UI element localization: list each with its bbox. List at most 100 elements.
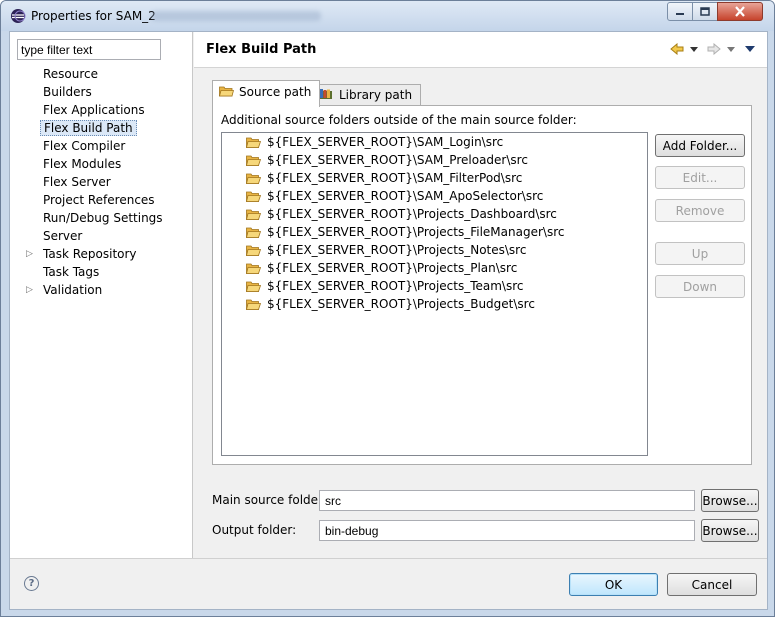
output-folder-label: Output folder:	[212, 523, 297, 537]
title-bar[interactable]: Properties for SAM_2	[1, 1, 774, 31]
list-item[interactable]: ${FLEX_SERVER_ROOT}\SAM_Login\src	[222, 133, 647, 151]
main-source-folder-field[interactable]	[319, 490, 695, 511]
sidebar-item-label: Builders	[43, 85, 92, 99]
preferences-tree-pane: Resource Builders Flex Applications Flex…	[10, 32, 193, 558]
property-page: Flex Build Path Source path Library path	[194, 32, 767, 558]
folder-path: ${FLEX_SERVER_ROOT}\SAM_Preloader\src	[267, 153, 528, 167]
sidebar-item-label: Flex Server	[43, 175, 111, 189]
folder-icon	[246, 299, 261, 310]
list-item[interactable]: ${FLEX_SERVER_ROOT}\Projects_Notes\src	[222, 241, 647, 259]
source-folder-list[interactable]: ${FLEX_SERVER_ROOT}\SAM_Login\src ${FLEX…	[221, 132, 648, 456]
folder-icon	[246, 137, 261, 148]
blurred-title-region	[151, 11, 321, 21]
expand-arrow-icon[interactable]: ▷	[26, 281, 33, 299]
folder-path: ${FLEX_SERVER_ROOT}\Projects_Budget\src	[267, 297, 535, 311]
edit-button[interactable]: Edit...	[655, 166, 745, 189]
folder-path: ${FLEX_SERVER_ROOT}\Projects_Notes\src	[267, 243, 527, 257]
minimize-button[interactable]	[667, 2, 693, 21]
tab-label: Source path	[239, 85, 312, 99]
source-path-panel: Additional source folders outside of the…	[212, 105, 752, 465]
sidebar-item-label: Flex Build Path	[40, 120, 137, 136]
forward-arrow-icon[interactable]	[707, 43, 721, 55]
sidebar-item-builders[interactable]: Builders	[10, 83, 192, 101]
footer-divider	[10, 558, 767, 559]
folder-path: ${FLEX_SERVER_ROOT}\SAM_Login\src	[267, 135, 504, 149]
sidebar-item-label: Flex Compiler	[43, 139, 126, 153]
browse-output-button[interactable]: Browse...	[701, 519, 759, 542]
sidebar-item-label: Validation	[43, 283, 103, 297]
up-button[interactable]: Up	[655, 242, 745, 265]
folder-path: ${FLEX_SERVER_ROOT}\SAM_ApoSelector\src	[267, 189, 544, 203]
close-icon	[735, 6, 745, 17]
forward-dropdown-icon[interactable]	[727, 47, 735, 52]
sidebar-item-label: Task Repository	[43, 247, 137, 261]
sidebar-item-server[interactable]: Server	[10, 227, 192, 245]
sidebar-item-label: Task Tags	[43, 265, 100, 279]
tab-source-path[interactable]: Source path	[212, 80, 321, 107]
sidebar-item-label: Project References	[43, 193, 155, 207]
folder-path: ${FLEX_SERVER_ROOT}\Projects_Dashboard\s…	[267, 207, 557, 221]
back-dropdown-icon[interactable]	[690, 47, 698, 52]
page-title: Flex Build Path	[206, 42, 317, 57]
dialog-body: Resource Builders Flex Applications Flex…	[9, 31, 768, 610]
main-source-folder-label: Main source folder:	[212, 493, 327, 507]
browse-main-source-button[interactable]: Browse...	[701, 489, 759, 512]
list-item[interactable]: ${FLEX_SERVER_ROOT}\Projects_Dashboard\s…	[222, 205, 647, 223]
folder-icon	[246, 281, 261, 292]
sidebar-item-run-debug-settings[interactable]: Run/Debug Settings	[10, 209, 192, 227]
sidebar-item-label: Flex Modules	[43, 157, 122, 171]
folder-path: ${FLEX_SERVER_ROOT}\Projects_Team\src	[267, 279, 524, 293]
folder-icon	[246, 155, 261, 166]
add-folder-button[interactable]: Add Folder...	[655, 134, 745, 157]
folder-icon	[246, 173, 261, 184]
sidebar-item-flex-build-path[interactable]: Flex Build Path	[10, 119, 192, 137]
eclipse-icon	[11, 9, 26, 23]
remove-button[interactable]: Remove	[655, 199, 745, 222]
cancel-button[interactable]: Cancel	[667, 573, 757, 596]
sidebar-item-task-tags[interactable]: Task Tags	[10, 263, 192, 281]
help-icon[interactable]: ?	[24, 576, 39, 591]
list-item[interactable]: ${FLEX_SERVER_ROOT}\Projects_FileManager…	[222, 223, 647, 241]
sidebar-item-label: Server	[43, 229, 83, 243]
sidebar-item-flex-modules[interactable]: Flex Modules	[10, 155, 192, 173]
folder-icon	[246, 245, 261, 256]
sidebar-item-flex-applications[interactable]: Flex Applications	[10, 101, 192, 119]
filter-input[interactable]	[17, 39, 161, 60]
library-icon	[319, 89, 332, 99]
list-item[interactable]: ${FLEX_SERVER_ROOT}\SAM_ApoSelector\src	[222, 187, 647, 205]
folder-path: ${FLEX_SERVER_ROOT}\Projects_FileManager…	[267, 225, 565, 239]
sidebar-item-validation[interactable]: ▷ Validation	[10, 281, 192, 299]
list-item[interactable]: ${FLEX_SERVER_ROOT}\SAM_Preloader\src	[222, 151, 647, 169]
list-item[interactable]: ${FLEX_SERVER_ROOT}\Projects_Team\src	[222, 277, 647, 295]
folder-path: ${FLEX_SERVER_ROOT}\SAM_FilterPod\src	[267, 171, 523, 185]
expand-arrow-icon[interactable]: ▷	[26, 245, 33, 263]
ok-button[interactable]: OK	[569, 573, 658, 596]
folder-icon	[219, 86, 234, 97]
sidebar-item-flex-compiler[interactable]: Flex Compiler	[10, 137, 192, 155]
folder-icon	[246, 263, 261, 274]
window-title: Properties for SAM_2	[31, 9, 156, 23]
source-folders-label: Additional source folders outside of the…	[221, 113, 577, 127]
properties-window: Properties for SAM_2 Resource Builders F…	[0, 0, 775, 617]
sidebar-item-label: Resource	[43, 67, 99, 81]
sidebar-item-project-references[interactable]: Project References	[10, 191, 192, 209]
sidebar-item-label: Flex Applications	[43, 103, 145, 117]
maximize-icon	[700, 7, 710, 16]
list-item[interactable]: ${FLEX_SERVER_ROOT}\SAM_FilterPod\src	[222, 169, 647, 187]
close-button[interactable]	[717, 2, 763, 21]
tab-library-path[interactable]: Library path	[311, 84, 422, 106]
sidebar-item-label: Run/Debug Settings	[43, 211, 163, 225]
sidebar-item-task-repository[interactable]: ▷ Task Repository	[10, 245, 192, 263]
tab-label: Library path	[339, 88, 413, 102]
preferences-tree: Resource Builders Flex Applications Flex…	[10, 65, 192, 299]
down-button[interactable]: Down	[655, 275, 745, 298]
list-item[interactable]: ${FLEX_SERVER_ROOT}\Projects_Budget\src	[222, 295, 647, 313]
maximize-button[interactable]	[692, 2, 718, 21]
output-folder-field[interactable]	[319, 520, 695, 541]
back-arrow-icon[interactable]	[670, 43, 684, 55]
sidebar-item-resource[interactable]: Resource	[10, 65, 192, 83]
page-header: Flex Build Path	[194, 32, 767, 68]
sidebar-item-flex-server[interactable]: Flex Server	[10, 173, 192, 191]
view-menu-icon[interactable]	[745, 46, 755, 52]
list-item[interactable]: ${FLEX_SERVER_ROOT}\Projects_Plan\src	[222, 259, 647, 277]
